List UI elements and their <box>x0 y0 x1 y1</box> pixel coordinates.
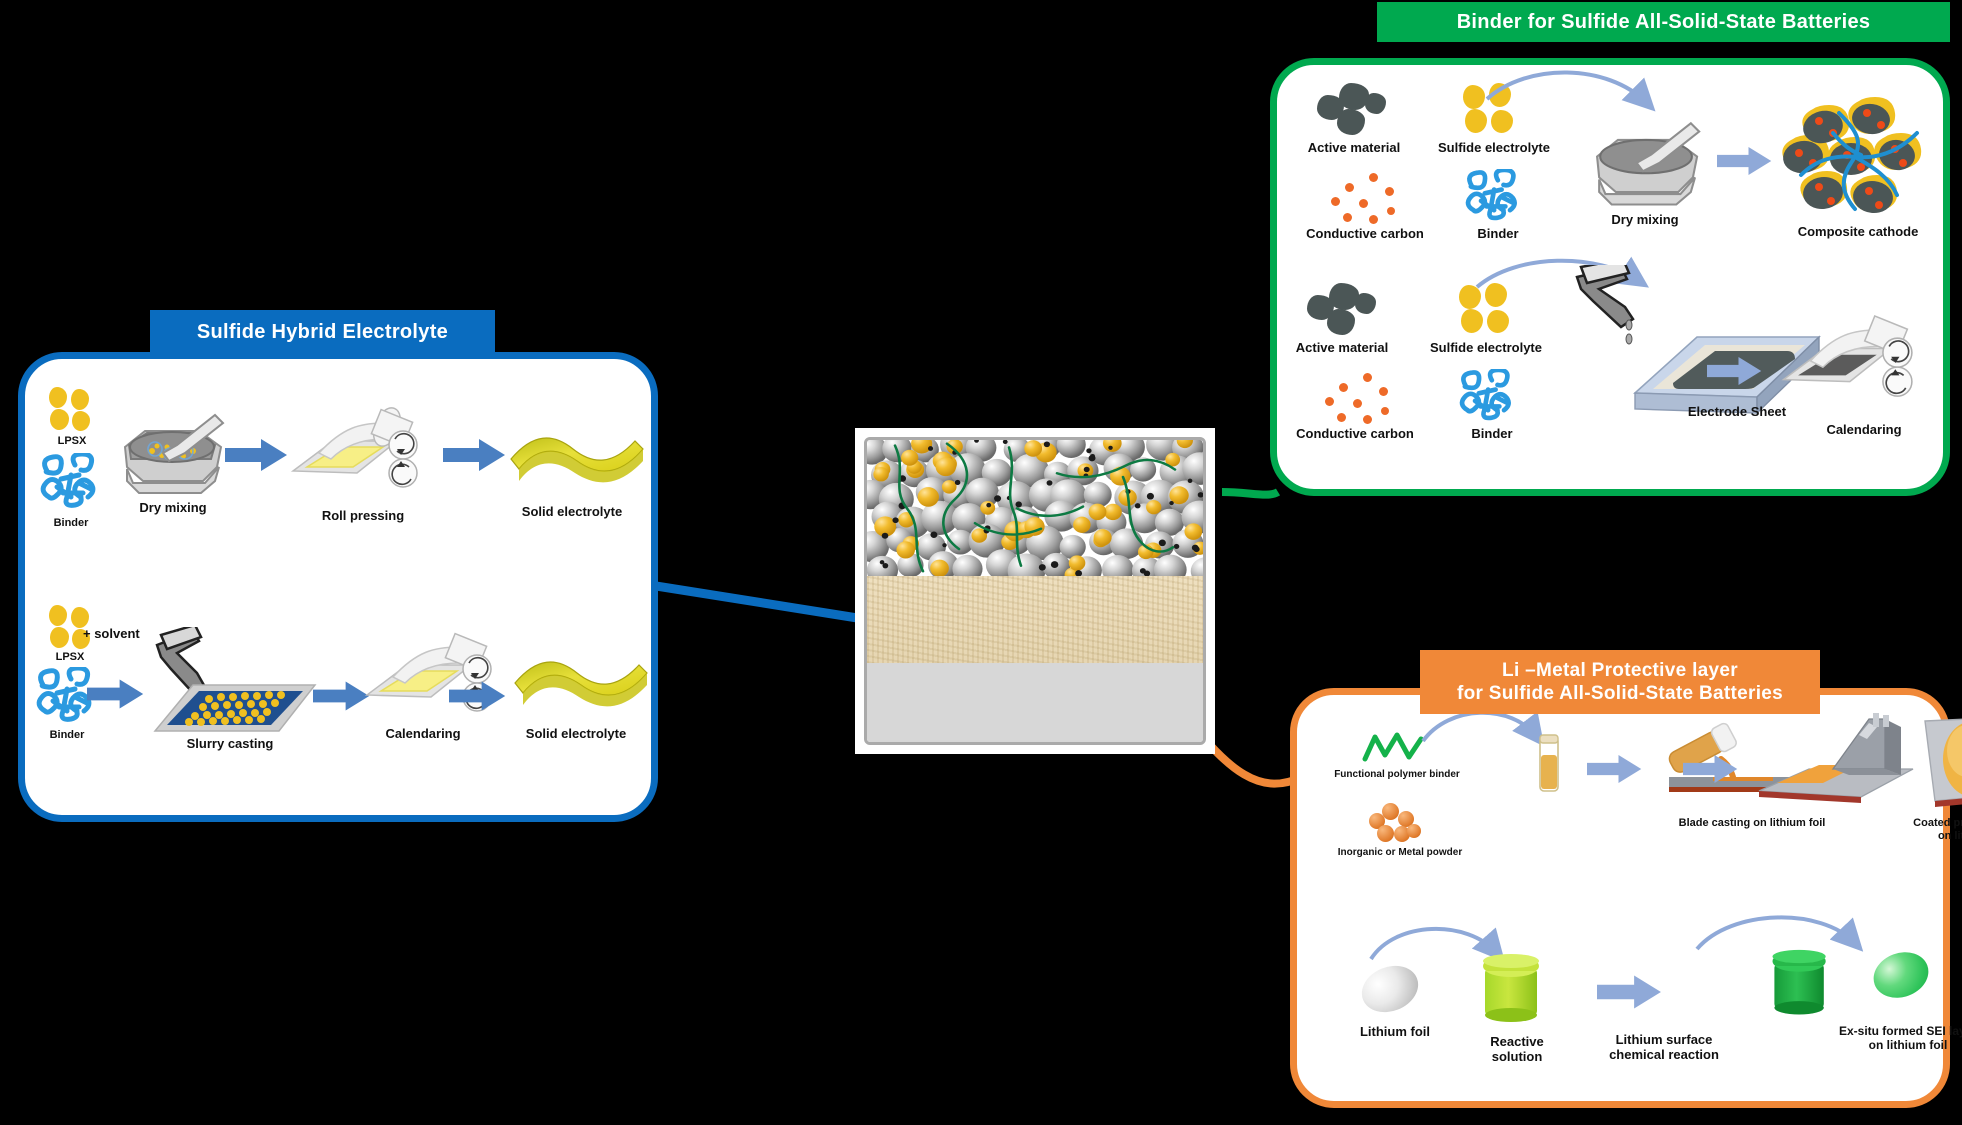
green-r1-binder-label: Binder <box>1477 226 1519 241</box>
orange-r1-powder-label: Inorganic or Metal powder <box>1337 847 1463 858</box>
blue-r1-rollpress-label: Roll pressing <box>321 508 405 523</box>
green-r2-calendaring-label: Calendaring <box>1826 422 1902 437</box>
green-r2-carbon-label: Conductive carbon <box>1296 426 1414 441</box>
vial-icon <box>1539 734 1559 792</box>
yellow-film-icon <box>510 437 644 483</box>
calender-rollers-icon <box>290 407 418 488</box>
green-panel-title: Binder for Sulfide All-Solid-State Batte… <box>1377 2 1950 42</box>
orange-cluster-icon <box>1369 801 1425 845</box>
composite-cathode-icon <box>1782 97 1922 214</box>
blue-r2-lpsx-label: LPSX <box>55 651 85 663</box>
green-r2-active-label: Active material <box>1295 340 1389 355</box>
mortar-pestle-icon <box>123 413 225 494</box>
blue-panel-title: Sulfide Hybrid Electrolyte <box>150 310 495 354</box>
dark-particles-icon <box>1317 83 1387 137</box>
beaker-pour-icon <box>153 627 317 732</box>
green-r2-binder-label: Binder <box>1471 426 1513 441</box>
arrow-icon <box>449 681 506 711</box>
dark-particles-icon <box>1307 283 1377 337</box>
arrow-icon <box>1707 357 1762 385</box>
orange-r2-foil-label: Lithium foil <box>1359 1024 1431 1039</box>
green-r1-sulfide-label: Sulfide electrolyte <box>1438 140 1550 155</box>
arrow-icon <box>1683 755 1738 783</box>
green-r1-active-label: Active material <box>1307 140 1401 155</box>
green-panel: Active material Sulfide electrolyte Cond… <box>1270 58 1950 496</box>
curved-arrow-icon <box>1695 915 1864 952</box>
mortar-pestle-icon <box>1595 121 1701 206</box>
cathode-particle-packing <box>867 440 1203 576</box>
green-disc-icon <box>1867 944 1935 1006</box>
blue-r2-slurry-label: Slurry casting <box>186 736 274 751</box>
all-solid-state-cell-cross-section <box>864 437 1206 745</box>
arrow-icon <box>1587 755 1642 783</box>
green-r1-carbon-label: Conductive carbon <box>1306 226 1424 241</box>
orange-r1-coated-label: Coated protective layer on lithium foil <box>1913 817 1962 842</box>
blue-r1-binder-label: Binder <box>53 517 89 529</box>
blade-assembly-icon <box>1758 713 1914 803</box>
coated-foil-icon <box>1924 718 1962 807</box>
green-r1-drymix-label: Dry mixing <box>1611 212 1679 227</box>
center-cell-card <box>855 428 1215 754</box>
yellow-film-icon <box>514 661 648 707</box>
binder-network-icon <box>1459 369 1511 421</box>
arrow-icon <box>1717 147 1772 175</box>
composite-cathode-layer <box>867 440 1203 576</box>
green-yellow-jar-icon <box>1483 954 1539 1022</box>
sulfide-solid-electrolyte-layer <box>867 575 1203 664</box>
binder-network-icon <box>40 453 96 508</box>
orange-r2-sei-label: Ex-situ formed SEI layer on lithium foil <box>1838 1024 1962 1052</box>
blue-r1-electrolyte-label: Solid electrolyte <box>521 504 623 519</box>
blue-title-text: Sulfide Hybrid Electrolyte <box>196 320 449 343</box>
arrow-icon <box>87 679 144 709</box>
orange-panel: Functional polymer binder Inorganic or M… <box>1290 688 1962 1108</box>
orange-r1-polymer-label: Functional polymer binder <box>1334 769 1460 780</box>
arrow-icon <box>1597 975 1661 1009</box>
green-title-text: Binder for Sulfide All-Solid-State Batte… <box>1456 10 1871 33</box>
gold-blobs-icon <box>47 387 95 431</box>
orange-r1-blade-label: Blade casting on lithium foil <box>1678 817 1826 829</box>
figure-canvas: Sulfide Hybrid Electrolyte LPSX Binder D… <box>0 0 1962 1125</box>
calender-rollers-icon <box>1781 315 1913 397</box>
blue-r2-electrolyte-label: Solid electrolyte <box>525 726 627 741</box>
blue-r1-drymix-label: Dry mixing <box>139 500 207 515</box>
orange-r2-reaction-label: Lithium surface chemical reaction <box>1609 1032 1719 1062</box>
lithium-metal-anode-layer <box>867 663 1203 742</box>
blue-r1-lpsx-label: LPSX <box>57 435 87 447</box>
orange-title-line1: Li –Metal Protective layer <box>1502 659 1738 681</box>
arrow-icon <box>225 439 287 471</box>
blue-r2-calendaring-label: Calendaring <box>385 726 461 741</box>
binder-network-icon <box>1465 169 1517 221</box>
orange-panel-title: Li –Metal Protective layer for Sulfide A… <box>1420 650 1820 714</box>
green-r1-composite-label: Composite cathode <box>1797 224 1919 239</box>
orange-title-line2: for Sulfide All-Solid-State Batteries <box>1456 683 1784 704</box>
arrow-icon <box>443 439 505 471</box>
blue-r2-binder-label: Binder <box>49 729 85 741</box>
orange-r2-reactive-label: Reactive solution <box>1490 1034 1544 1064</box>
blue-panel: LPSX Binder Dry mixing Roll pressing Sol… <box>18 352 658 822</box>
green-r2-sulfide-label: Sulfide electrolyte <box>1430 340 1542 355</box>
carbon-dots-icon <box>1323 373 1399 424</box>
carbon-dots-icon <box>1329 173 1405 224</box>
